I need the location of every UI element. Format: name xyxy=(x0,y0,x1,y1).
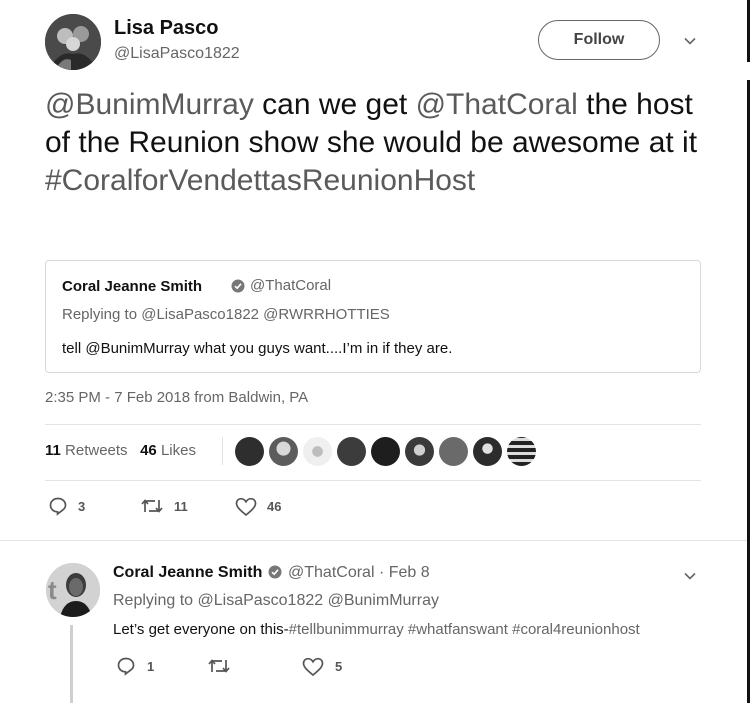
tweet-stats: 11 Retweets 46 Likes xyxy=(45,442,196,459)
reply-handle-date[interactable]: @ThatCoral · Feb 8 xyxy=(288,564,430,582)
quoted-tweet[interactable]: Coral Jeanne Smith @ThatCoral Replying t… xyxy=(45,260,701,373)
like-count: 46 xyxy=(267,499,282,514)
verified-badge-icon xyxy=(231,279,245,293)
author-handle[interactable]: @LisaPasco1822 xyxy=(114,45,240,63)
divider xyxy=(45,480,701,481)
retweets-count: 11 xyxy=(45,442,61,459)
reply-count: 3 xyxy=(78,499,86,514)
reply-replying-to: Replying to @LisaPasco1822 @BunimMurray xyxy=(113,592,439,609)
reply-author-name[interactable]: Coral Jeanne Smith xyxy=(113,564,262,582)
reply-text-plain: Let’s get everyone on this- xyxy=(113,621,289,638)
reply-reply-count: 1 xyxy=(147,659,155,674)
quoted-author-name: Coral Jeanne Smith xyxy=(62,278,203,295)
liker-avatar[interactable] xyxy=(269,437,298,466)
likes-count: 46 xyxy=(140,442,157,459)
retweets-stat[interactable]: 11 Retweets xyxy=(45,442,128,459)
quoted-replying-to: Replying to @LisaPasco1822 @RWRRHOTTIES xyxy=(62,306,390,323)
hashtag-link[interactable]: #CoralforVendettasReunionHost xyxy=(45,164,475,197)
mention-link[interactable]: @ThatCoral xyxy=(416,88,578,121)
mention-link[interactable]: @BunimMurray xyxy=(45,88,254,121)
likes-label: Likes xyxy=(160,442,196,459)
likes-stat[interactable]: 46 Likes xyxy=(140,442,196,459)
divider xyxy=(45,424,701,425)
author-name[interactable]: Lisa Pasco xyxy=(114,17,219,40)
stats-divider xyxy=(222,437,223,465)
like-heart-icon[interactable] xyxy=(302,657,324,677)
liker-avatar[interactable] xyxy=(371,437,400,466)
quoted-author-handle: @ThatCoral xyxy=(250,277,332,294)
author-avatar[interactable] xyxy=(45,14,101,70)
reply-icon[interactable] xyxy=(116,656,136,676)
follow-button[interactable]: Follow xyxy=(538,20,660,60)
liker-avatar[interactable] xyxy=(439,437,468,466)
liker-avatar[interactable] xyxy=(507,437,536,466)
tweet-text: @BunimMurray can we get @ThatCoral the h… xyxy=(45,86,705,200)
retweets-label: Retweets xyxy=(65,442,128,459)
thread-line xyxy=(70,625,73,703)
liker-avatar[interactable] xyxy=(235,437,264,466)
reply-text: Let’s get everyone on this-#tellbunimmur… xyxy=(113,621,640,638)
chevron-down-icon[interactable] xyxy=(683,569,697,583)
divider xyxy=(0,540,747,541)
quoted-text: tell @BunimMurray what you guys want....… xyxy=(62,340,453,357)
verified-badge-icon xyxy=(268,565,282,579)
tweet-timestamp[interactable]: 2:35 PM - 7 Feb 2018 from Baldwin, PA xyxy=(45,389,308,406)
liker-avatar[interactable] xyxy=(303,437,332,466)
reply-hashtags[interactable]: #tellbunimmurray #whatfanswant #coral4re… xyxy=(289,621,640,638)
liker-avatar[interactable] xyxy=(405,437,434,466)
reply-like-count: 5 xyxy=(335,659,343,674)
chevron-down-icon[interactable] xyxy=(683,34,697,48)
retweet-icon[interactable] xyxy=(207,656,231,676)
reply-icon[interactable] xyxy=(48,496,68,516)
tweet-text-part: can we get xyxy=(253,88,416,121)
retweet-count: 11 xyxy=(174,499,188,514)
liker-avatar[interactable] xyxy=(473,437,502,466)
liker-avatar[interactable] xyxy=(337,437,366,466)
retweet-icon[interactable] xyxy=(140,496,164,516)
reply-author-avatar[interactable]: t xyxy=(46,563,100,617)
svg-text:t: t xyxy=(48,575,57,605)
like-heart-icon[interactable] xyxy=(235,497,257,517)
